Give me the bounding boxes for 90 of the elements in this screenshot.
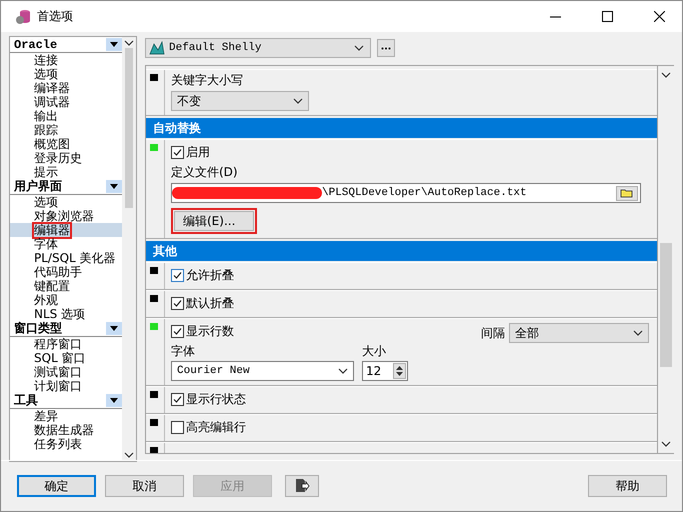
profile-dropdown[interactable]: Default Shelly	[145, 38, 371, 58]
sidebar-item[interactable]: PL/SQL 美化器	[10, 251, 122, 265]
group-dropdown-button[interactable]	[106, 394, 122, 407]
scrollbar-thumb[interactable]	[125, 48, 133, 208]
sidebar-item[interactable]: 提示	[10, 165, 122, 179]
sidebar-item[interactable]: 字体	[10, 237, 122, 251]
sidebar-item[interactable]: 编辑器	[10, 223, 122, 237]
sidebar-item[interactable]: 调试器	[10, 95, 122, 109]
database-icon	[15, 8, 31, 24]
checkbox[interactable]	[171, 146, 184, 158]
field-label: 关键字大小写	[171, 72, 244, 89]
checkbox-label: 允许折叠	[186, 266, 234, 284]
sidebar-item[interactable]: SQL 窗口	[10, 351, 122, 365]
triangle-down-icon	[110, 42, 118, 47]
font-dropdown[interactable]: Courier New	[171, 361, 354, 381]
group-label: Oracle	[14, 38, 58, 52]
dialog-button[interactable]: 帮助	[588, 475, 667, 497]
window-title: 首选项	[37, 8, 74, 25]
field-label: 间隔	[481, 324, 505, 342]
chevron-down-icon	[124, 452, 134, 458]
group-label: 窗口类型	[14, 320, 62, 337]
sidebar-item[interactable]: 代码助手	[10, 265, 122, 279]
sidebar-item[interactable]: 选项	[10, 195, 122, 209]
section-header: 其他	[146, 241, 657, 261]
checkbox[interactable]	[171, 324, 184, 338]
sidebar-item[interactable]: 测试窗口	[10, 365, 122, 379]
scrollbar-thumb[interactable]	[660, 243, 672, 367]
ellipsis-icon	[381, 46, 391, 50]
chevron-down-icon	[354, 45, 364, 51]
more-button[interactable]	[377, 39, 395, 57]
section-header: 自动替换	[146, 118, 657, 138]
sidebar-item[interactable]: 登录历史	[10, 151, 122, 165]
folder-icon	[620, 188, 634, 198]
checkbox-label: 启用	[186, 144, 210, 160]
document-arrow-icon	[294, 476, 310, 494]
dropdown[interactable]: 不变	[171, 91, 309, 111]
spin-button[interactable]	[393, 363, 406, 379]
sidebar-item[interactable]: 跟踪	[10, 123, 122, 137]
export-button[interactable]	[285, 475, 319, 497]
sidebar-item[interactable]: 连接	[10, 53, 122, 67]
group-dropdown-button[interactable]	[106, 38, 122, 51]
sidebar-item[interactable]: 输出	[10, 109, 122, 123]
checkbox-label: 显示行数	[186, 322, 234, 340]
checkbox-label: 高亮编辑行	[186, 418, 246, 436]
sidebar-item[interactable]: 任务列表	[10, 437, 122, 451]
sidebar-item[interactable]: 概览图	[10, 137, 122, 151]
mountain-icon	[149, 41, 165, 55]
group-label: 用户界面	[14, 178, 62, 195]
field-label: 定义文件(D)	[171, 164, 239, 181]
chevron-down-icon	[633, 330, 643, 336]
chevron-down-icon	[338, 368, 348, 374]
sidebar-item[interactable]: 外观	[10, 293, 122, 307]
file-path-field[interactable]: \PLSQLDeveloper\AutoReplace.txt	[171, 183, 641, 203]
chevron-up-icon	[661, 72, 671, 78]
checkbox-label: 显示行状态	[186, 390, 246, 408]
chevron-down-icon	[661, 441, 671, 447]
chevron-down-icon	[293, 98, 303, 104]
sidebar-item[interactable]: 编译器	[10, 81, 122, 95]
sidebar-item[interactable]: 数据生成器	[10, 423, 122, 437]
dropdown[interactable]: 全部	[509, 323, 649, 343]
folder-button[interactable]	[616, 186, 638, 200]
sidebar-item[interactable]: 对象浏览器	[10, 209, 122, 223]
field-label: 字体	[171, 343, 196, 360]
triangle-down-icon	[110, 398, 118, 403]
group-label: 工具	[14, 392, 38, 409]
scrollbar[interactable]	[122, 37, 136, 461]
dialog-button[interactable]: 取消	[105, 475, 184, 497]
chevron-up-icon	[124, 40, 134, 46]
edit-button[interactable]: 编辑(E)...	[174, 211, 254, 231]
sidebar-item[interactable]: 选项	[10, 67, 122, 81]
sidebar-item[interactable]: 程序窗口	[10, 337, 122, 351]
size-spinner[interactable]: 12	[362, 361, 408, 381]
ok-button[interactable]: 确定	[17, 475, 96, 497]
checkbox-label: 默认折叠	[186, 294, 234, 312]
sidebar-item[interactable]: 差异	[10, 409, 122, 423]
checkbox[interactable]	[171, 392, 184, 406]
group-dropdown-button[interactable]	[106, 322, 122, 335]
maximize-icon	[602, 11, 612, 22]
close-icon	[654, 11, 664, 22]
spin-arrows-icon	[396, 365, 403, 377]
sidebar-item[interactable]: NLS 选项	[10, 307, 122, 321]
sidebar-item[interactable]: 计划窗口	[10, 379, 122, 393]
checkbox[interactable]	[171, 268, 184, 282]
field-label: 大小	[362, 343, 387, 360]
checkbox[interactable]	[171, 296, 184, 310]
sidebar-item[interactable]: 键配置	[10, 279, 122, 293]
group-dropdown-button[interactable]	[106, 180, 122, 193]
triangle-down-icon	[110, 184, 118, 189]
triangle-down-icon	[110, 326, 118, 331]
checkbox[interactable]	[171, 420, 184, 434]
